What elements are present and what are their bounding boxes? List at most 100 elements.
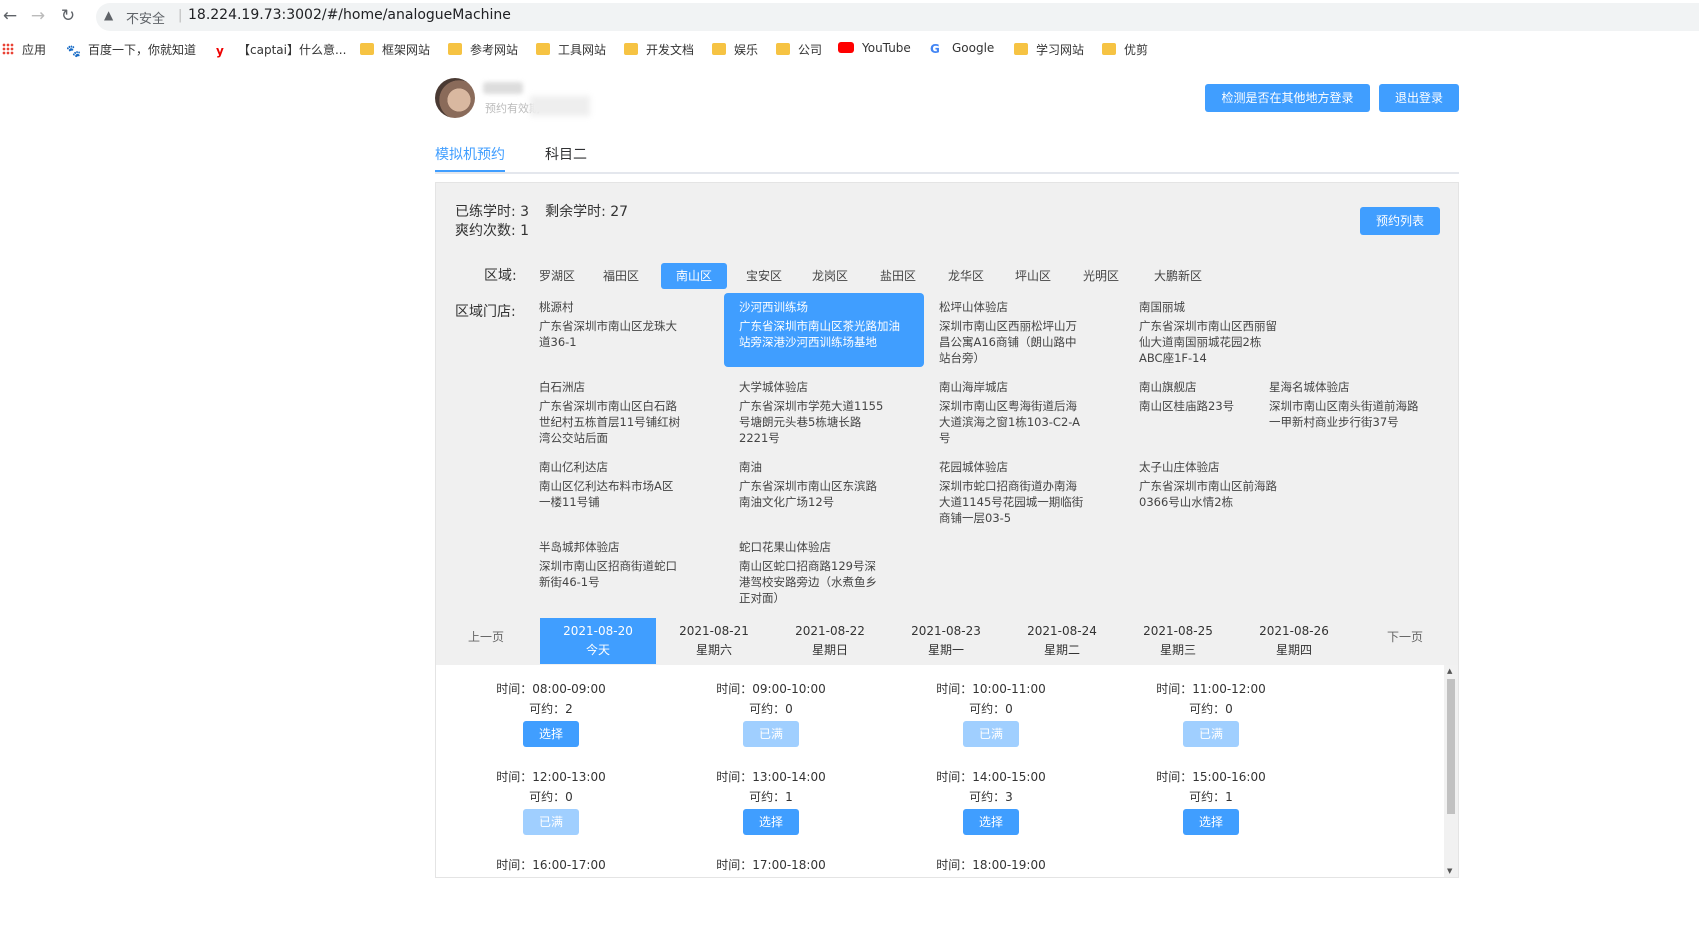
- slot-available: 可约：3: [969, 790, 1013, 804]
- day-tab[interactable]: 2021-08-25 星期三: [1120, 618, 1236, 664]
- store-card[interactable]: 南山旗舰店 南山区桂庙路23号: [1124, 373, 1254, 420]
- tab-subject-two[interactable]: 科目二: [545, 144, 587, 164]
- subtitle-redacted: [530, 96, 590, 116]
- scroll-down-icon[interactable]: ▼: [1447, 867, 1452, 875]
- bookmark-folder[interactable]: 公司: [776, 41, 822, 58]
- store-card[interactable]: 南国丽城 广东省深圳市南山区西丽留仙大道南国丽城花园2栋ABC座1F-14: [1124, 293, 1299, 372]
- bookmark-captai[interactable]: y 【captai】什么意...: [216, 41, 346, 58]
- store-card[interactable]: 花园城体验店 深圳市蛇口招商街道办南海大道1145号花园城一期临街商铺一层03-5: [924, 453, 1099, 532]
- time-slot: 时间：09:00-10:00 可约：0 已满: [706, 679, 836, 747]
- store-card[interactable]: 桃源村 广东省深圳市南山区龙珠大道36-1: [524, 293, 699, 356]
- slot-time: 时间：12:00-13:00: [496, 770, 606, 784]
- store-card[interactable]: 白石洲店 广东省深圳市南山区白石路世纪村五栋首层11号铺红树湾公交站后面: [524, 373, 699, 452]
- back-icon[interactable]: ←: [0, 6, 20, 26]
- store-card[interactable]: 南山海岸城店 深圳市南山区粤海街道后海大道滨海之窗1栋103-C2-A号: [924, 373, 1099, 452]
- store-name: 花园城体验店: [939, 460, 1008, 474]
- warning-icon: ▲: [104, 8, 114, 22]
- logout-button[interactable]: 退出登录: [1379, 84, 1459, 112]
- folder-icon: [776, 43, 790, 55]
- store-address: 广东省深圳市南山区东滨路南油文化广场12号: [739, 479, 877, 509]
- bookmark-youtube[interactable]: YouTube: [838, 41, 911, 55]
- bookmark-folder[interactable]: 参考网站: [448, 41, 518, 58]
- district-luohu[interactable]: 罗湖区: [524, 263, 590, 289]
- reload-icon[interactable]: ↻: [58, 6, 78, 26]
- district-baoan[interactable]: 宝安区: [731, 263, 797, 289]
- booking-panel: 已练学时: 3 剩余学时: 27 爽约次数: 1 预约列表 区域: 罗湖区 福田区…: [435, 182, 1459, 878]
- tab-simulator[interactable]: 模拟机预约: [435, 144, 505, 164]
- folder-icon: [536, 43, 550, 55]
- time-slot: 时间：14:00-15:00 可约：3 选择: [926, 767, 1056, 835]
- slot-available: 可约：0: [529, 790, 573, 804]
- store-card[interactable]: 南油 广东省深圳市南山区东滨路南油文化广场12号: [724, 453, 899, 516]
- forward-icon[interactable]: →: [28, 6, 48, 26]
- store-card[interactable]: 蛇口花果山体验店 南山区蛇口招商路129号深港驾校安路旁边（水煮鱼乡正对面）: [724, 533, 899, 612]
- scroll-up-icon[interactable]: ▲: [1447, 667, 1452, 675]
- time-slot: 时间：11:00-12:00 可约：0 已满: [1146, 679, 1276, 747]
- store-address: 广东省深圳市南山区茶光路加油站旁深港沙河西训练场基地: [739, 319, 900, 349]
- slot-time: 时间：08:00-09:00: [496, 682, 606, 696]
- scroll-thumb[interactable]: [1447, 679, 1455, 814]
- check-login-button[interactable]: 检测是否在其他地方登录: [1205, 84, 1370, 112]
- day-tab[interactable]: 2021-08-20 今天: [540, 618, 656, 664]
- bookmark-folder[interactable]: 开发文档: [624, 41, 694, 58]
- district-pingshan[interactable]: 坪山区: [1000, 263, 1066, 289]
- bookmark-folder[interactable]: 娱乐: [712, 41, 758, 58]
- store-card[interactable]: 星海名城体验店 深圳市南山区南头街道前海路一甲新村商业步行街37号: [1254, 373, 1439, 436]
- avatar[interactable]: [435, 78, 475, 118]
- store-card[interactable]: 大学城体验店 广东省深圳市学苑大道1155号塘朗元头巷5栋塘长路2221号: [724, 373, 899, 452]
- district-longgang[interactable]: 龙岗区: [797, 263, 863, 289]
- day-tab[interactable]: 2021-08-23 星期一: [888, 618, 1004, 664]
- day-date: 2021-08-24: [1027, 624, 1097, 638]
- full-slot-button[interactable]: 已满: [523, 809, 579, 835]
- full-slot-button[interactable]: 已满: [743, 721, 799, 747]
- select-slot-button[interactable]: 选择: [1183, 809, 1239, 835]
- bookmark-label: 应用: [22, 43, 47, 57]
- district-longhua[interactable]: 龙华区: [933, 263, 999, 289]
- bookmark-label: 开发文档: [646, 43, 695, 57]
- store-card[interactable]: 半岛城邦体验店深圳市南山区招商街道蛇口新街46-1号: [524, 533, 699, 596]
- url-text[interactable]: 18.224.19.73:3002/#/home/analogueMachine: [188, 7, 511, 23]
- bookmark-label: 学习网站: [1036, 43, 1085, 57]
- store-card[interactable]: 南山亿利达店 南山区亿利达布料市场A区一楼11号铺: [524, 453, 699, 516]
- bookmark-google[interactable]: G Google: [930, 41, 994, 56]
- day-date: 2021-08-23: [911, 624, 981, 638]
- time-slot: 时间：08:00-09:00 可约：2 选择: [486, 679, 616, 747]
- store-address: 深圳市南山区招商街道蛇口新街46-1号: [539, 559, 677, 589]
- next-page-button[interactable]: 下一页: [1387, 628, 1423, 645]
- bookmark-folder[interactable]: 工具网站: [536, 41, 606, 58]
- bookmark-baidu[interactable]: 🐾 百度一下，你就知道: [66, 41, 196, 58]
- store-name: 半岛城邦体验店: [539, 540, 620, 554]
- booking-list-button[interactable]: 预约列表: [1360, 207, 1440, 235]
- day-tab[interactable]: 2021-08-26 星期四: [1236, 618, 1352, 664]
- bookmark-folder[interactable]: 优剪: [1102, 41, 1148, 58]
- district-dapeng[interactable]: 大鹏新区: [1139, 263, 1217, 289]
- store-name: 大学城体验店: [739, 380, 808, 394]
- district-guangming[interactable]: 光明区: [1068, 263, 1134, 289]
- store-card[interactable]: 松坪山体验店 深圳市南山区西丽松坪山万昌公寓A16商铺（朗山路中站台旁）: [924, 293, 1099, 372]
- select-slot-button[interactable]: 选择: [963, 809, 1019, 835]
- select-slot-button[interactable]: 选择: [743, 809, 799, 835]
- slot-available: 可约：0: [969, 702, 1013, 716]
- browser-toolbar: ← → ↻ ▲ 不安全 | 18.224.19.73:3002/#/home/a…: [0, 0, 1699, 34]
- district-yantian[interactable]: 盐田区: [865, 263, 931, 289]
- store-card[interactable]: 太子山庄体验店 广东省深圳市南山区前海路0366号山水情2栋: [1124, 453, 1299, 516]
- bookmark-apps[interactable]: 应用: [2, 41, 46, 58]
- district-futian[interactable]: 福田区: [588, 263, 654, 289]
- scrollbar[interactable]: ▲ ▼: [1444, 665, 1458, 877]
- bookmark-folder[interactable]: 框架网站: [360, 41, 430, 58]
- prev-page-button[interactable]: 上一页: [468, 628, 504, 645]
- select-slot-button[interactable]: 选择: [523, 721, 579, 747]
- slot-time: 时间：09:00-10:00: [716, 682, 826, 696]
- day-tab[interactable]: 2021-08-24 星期二: [1004, 618, 1120, 664]
- bookmark-folder[interactable]: 学习网站: [1014, 41, 1084, 58]
- full-slot-button[interactable]: 已满: [963, 721, 1019, 747]
- practiced-hours: 已练学时: 3: [455, 204, 530, 220]
- slot-time: 时间：15:00-16:00: [1156, 770, 1266, 784]
- day-tab[interactable]: 2021-08-21 星期六: [656, 618, 772, 664]
- store-card-selected[interactable]: 沙河西训练场 广东省深圳市南山区茶光路加油站旁深港沙河西训练场基地: [724, 293, 924, 367]
- full-slot-button[interactable]: 已满: [1183, 721, 1239, 747]
- district-nanshan[interactable]: 南山区: [661, 263, 728, 289]
- bookmarks-bar: 应用 🐾 百度一下，你就知道 y 【captai】什么意... 框架网站 参考网站 …: [0, 36, 1699, 62]
- store-name: 星海名城体验店: [1269, 380, 1350, 394]
- day-tab[interactable]: 2021-08-22 星期日: [772, 618, 888, 664]
